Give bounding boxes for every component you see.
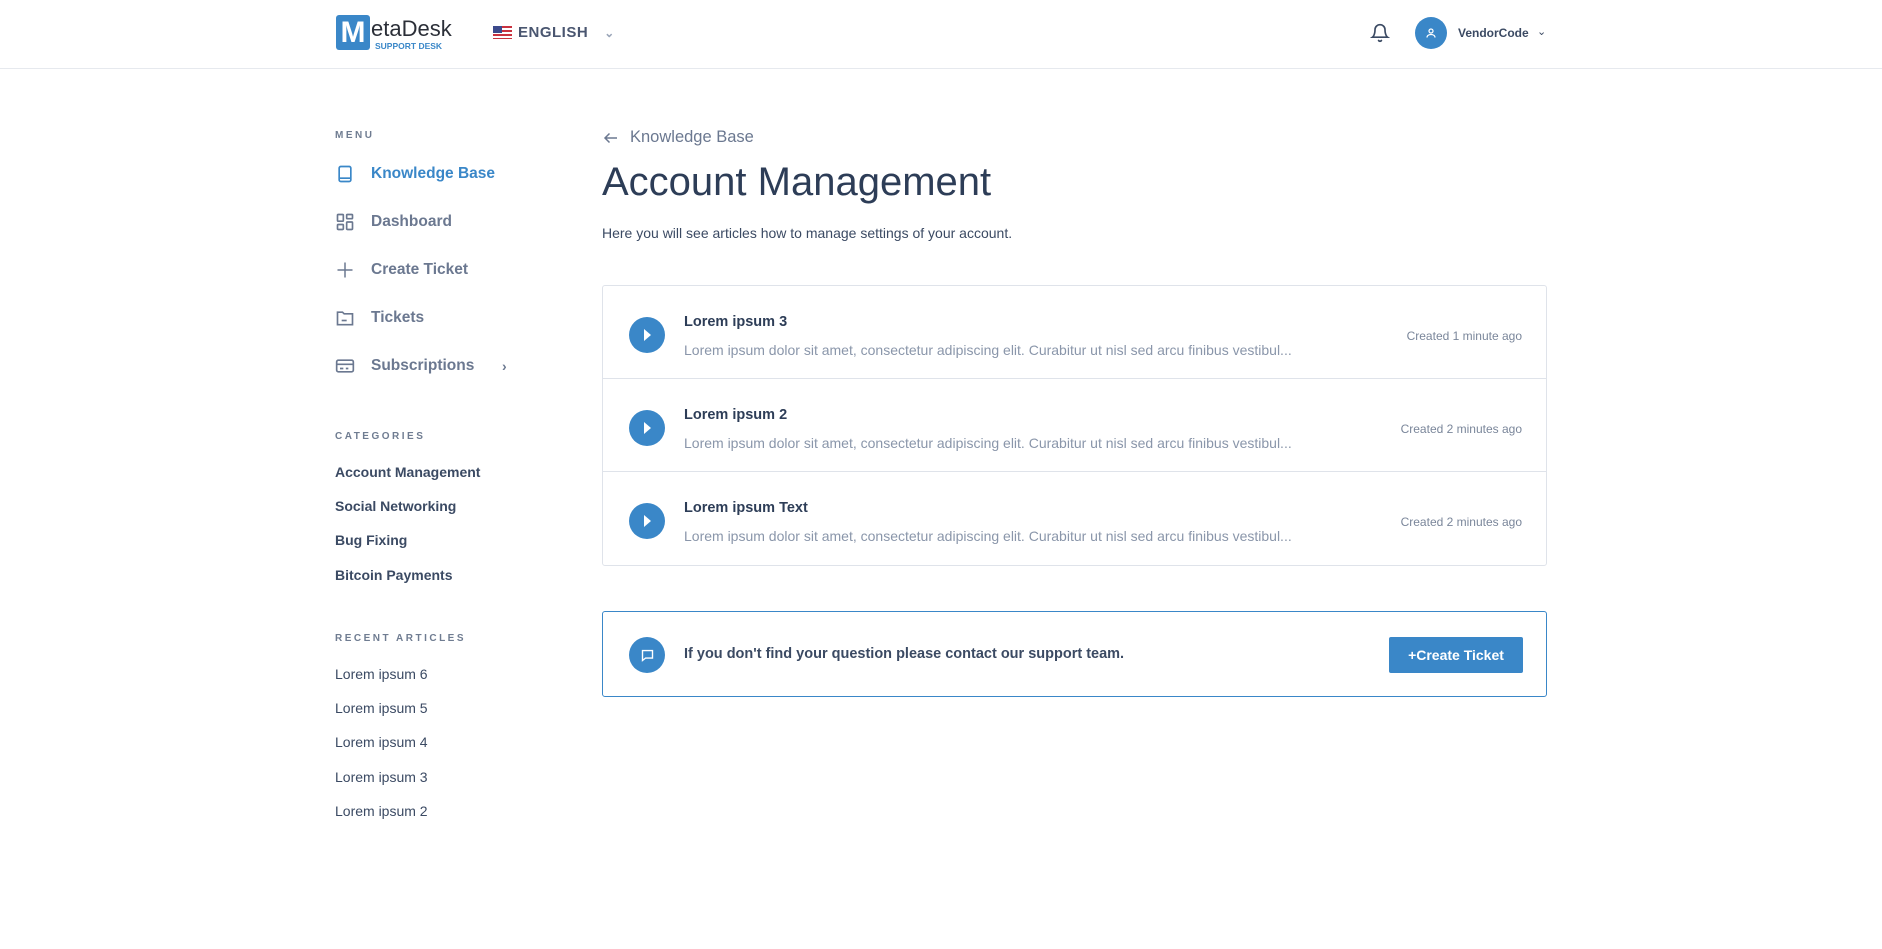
logo-subtitle: SUPPORT DESK bbox=[375, 41, 443, 51]
play-icon bbox=[629, 410, 665, 446]
page-title: Account Management bbox=[602, 160, 992, 204]
sidebar-item-label: Dashboard bbox=[371, 213, 452, 230]
article-created: Created 2 minutes ago bbox=[1400, 422, 1522, 436]
category-link[interactable]: Account Management bbox=[335, 464, 480, 480]
user-chevron-down-icon[interactable]: ⌄ bbox=[1537, 25, 1546, 38]
chat-icon bbox=[629, 637, 665, 673]
metadesk-logo[interactable]: M etaDesk SUPPORT DESK bbox=[336, 15, 452, 51]
page-description: Here you will see articles how to manage… bbox=[602, 225, 1013, 241]
categories-heading: CATEGORIES bbox=[335, 431, 426, 442]
category-link[interactable]: Social Networking bbox=[335, 498, 456, 514]
credit-card-icon bbox=[335, 359, 355, 373]
back-link[interactable]: Knowledge Base bbox=[602, 128, 754, 147]
recent-articles-heading: RECENT ARTICLES bbox=[335, 633, 467, 644]
recent-article-link[interactable]: Lorem ipsum 2 bbox=[335, 803, 428, 819]
dashboard-grid-icon bbox=[336, 213, 354, 231]
user-icon bbox=[1426, 28, 1436, 38]
us-flag-icon bbox=[493, 26, 512, 39]
chevron-right-icon: › bbox=[502, 358, 507, 374]
sidebar-item-label: Knowledge Base bbox=[371, 165, 496, 182]
support-text: If you don't find your question please c… bbox=[684, 646, 1125, 662]
logo-name: etaDesk bbox=[371, 16, 452, 41]
language-selector[interactable]: ENGLISH ⌄ bbox=[493, 24, 615, 41]
back-link-label: Knowledge Base bbox=[630, 128, 754, 146]
article-title: Lorem ipsum 3 bbox=[684, 314, 788, 330]
article-created: Created 2 minutes ago bbox=[1400, 515, 1522, 529]
sidebar-item-create-ticket[interactable]: Create Ticket bbox=[335, 260, 468, 280]
arrow-left-icon bbox=[603, 132, 617, 143]
sidebar-item-tickets[interactable]: Tickets bbox=[335, 308, 424, 328]
book-icon bbox=[338, 165, 352, 183]
support-banner: If you don't find your question please c… bbox=[602, 611, 1547, 697]
play-icon bbox=[629, 317, 665, 353]
sidebar-item-label: Subscriptions bbox=[371, 357, 475, 374]
bell-icon[interactable] bbox=[1370, 22, 1390, 44]
language-label: ENGLISH bbox=[518, 24, 589, 41]
article-title: Lorem ipsum 2 bbox=[684, 407, 788, 423]
menu-heading: MENU bbox=[335, 130, 375, 141]
user-avatar[interactable] bbox=[1415, 17, 1447, 49]
article-excerpt: Lorem ipsum dolor sit amet, consectetur … bbox=[684, 528, 1292, 544]
recent-article-link[interactable]: Lorem ipsum 3 bbox=[335, 769, 428, 785]
recent-article-link[interactable]: Lorem ipsum 4 bbox=[335, 734, 428, 750]
recent-article-link[interactable]: Lorem ipsum 5 bbox=[335, 700, 428, 716]
sidebar-item-knowledge-base[interactable]: Knowledge Base bbox=[335, 164, 495, 184]
article-row[interactable]: Lorem ipsum 2 Lorem ipsum dolor sit amet… bbox=[603, 379, 1546, 472]
username[interactable]: VendorCode bbox=[1458, 26, 1529, 40]
sidebar-item-subscriptions[interactable]: Subscriptions › bbox=[335, 356, 507, 376]
article-title: Lorem ipsum Text bbox=[684, 500, 808, 516]
article-list: Lorem ipsum 3 Lorem ipsum dolor sit amet… bbox=[602, 285, 1547, 566]
sidebar-item-label: Create Ticket bbox=[371, 261, 469, 278]
category-link[interactable]: Bitcoin Payments bbox=[335, 567, 452, 583]
sidebar-item-dashboard[interactable]: Dashboard bbox=[335, 212, 452, 232]
article-created: Created 1 minute ago bbox=[1406, 329, 1522, 343]
folder-icon bbox=[336, 311, 354, 326]
logo-mark: M bbox=[336, 15, 370, 50]
article-excerpt: Lorem ipsum dolor sit amet, consectetur … bbox=[684, 342, 1292, 358]
article-excerpt: Lorem ipsum dolor sit amet, consectetur … bbox=[684, 435, 1292, 451]
article-row[interactable]: Lorem ipsum 3 Lorem ipsum dolor sit amet… bbox=[603, 286, 1546, 379]
recent-article-link[interactable]: Lorem ipsum 6 bbox=[335, 666, 428, 682]
play-icon bbox=[629, 503, 665, 539]
chevron-down-icon: ⌄ bbox=[604, 25, 615, 40]
sidebar-item-label: Tickets bbox=[371, 309, 425, 326]
create-ticket-button[interactable]: +Create Ticket bbox=[1389, 637, 1523, 673]
category-link[interactable]: Bug Fixing bbox=[335, 532, 407, 548]
article-row[interactable]: Lorem ipsum Text Lorem ipsum dolor sit a… bbox=[603, 472, 1546, 565]
plus-icon bbox=[337, 262, 353, 278]
top-header: M etaDesk SUPPORT DESK ENGLISH ⌄ VendorC… bbox=[0, 0, 1882, 69]
